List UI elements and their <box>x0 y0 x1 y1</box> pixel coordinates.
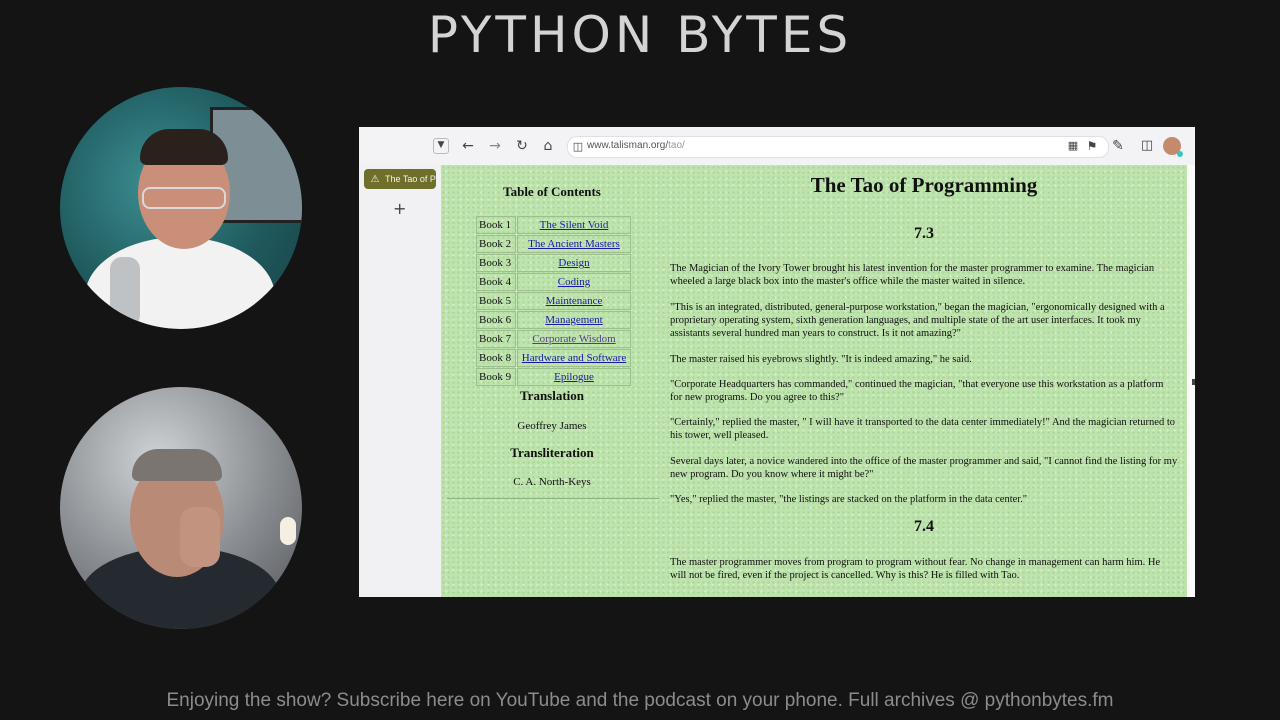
toc-book-link[interactable]: Corporate Wisdom <box>532 333 615 345</box>
toc-link-cell: The Silent Void <box>517 216 631 234</box>
toc-row: Book 2 The Ancient Masters <box>476 235 631 253</box>
browser-window: ▼ ← → ↻ ⌂ ◫ www.talisman.org/tao/ ▦ ⚑ ✎ … <box>359 127 1195 597</box>
toc-table: Book 1 The Silent Void Book 2 The Ancient M… <box>475 215 632 387</box>
tab-title: The Tao of P <box>385 174 436 184</box>
toc-book-link[interactable]: Maintenance <box>546 295 603 307</box>
toc-book-number: Book 8 <box>476 349 516 367</box>
back-icon[interactable]: ← <box>460 138 476 154</box>
toc-row: Book 4 Coding <box>476 273 631 291</box>
toc-book-number: Book 1 <box>476 216 516 234</box>
page-title: The Tao of Programming <box>810 173 1038 197</box>
lamp <box>280 517 296 545</box>
toc-book-link[interactable]: The Silent Void <box>540 219 609 231</box>
scrollbar-thumb[interactable] <box>1192 379 1195 385</box>
toc-row: Book 5 Maintenance <box>476 292 631 310</box>
vertical-tabs-sidebar: ⚠ The Tao of P + <box>359 165 441 597</box>
status-dot <box>1177 151 1183 157</box>
toc-row: Book 8 Hardware and Software <box>476 349 631 367</box>
toc-book-link[interactable]: Design <box>558 257 589 269</box>
shield-icon[interactable]: ◫ <box>570 139 586 155</box>
toc-book-number: Book 5 <box>476 292 516 310</box>
new-tab-button[interactable]: + <box>393 199 406 218</box>
host-1-glasses <box>142 187 226 209</box>
toc-book-number: Book 7 <box>476 330 516 348</box>
toc-link-cell: The Ancient Masters <box>517 235 631 253</box>
microphone <box>110 257 140 327</box>
toc-book-link[interactable]: Management <box>545 314 602 326</box>
translation-heading: Translation <box>519 388 585 403</box>
toc-book-number: Book 2 <box>476 235 516 253</box>
toc-book-link[interactable]: Hardware and Software <box>522 352 626 364</box>
host-2-hand <box>180 507 220 567</box>
translator-name: Geoffrey James <box>517 420 587 432</box>
host-1-hair <box>140 129 228 165</box>
toc-row: Book 9 Epilogue <box>476 368 631 386</box>
toc-link-cell: Design <box>517 254 631 272</box>
toc-link-cell: Coding <box>517 273 631 291</box>
section-heading-7-3: 7.3 <box>914 225 934 242</box>
toc-book-number: Book 3 <box>476 254 516 272</box>
forward-icon[interactable]: → <box>487 138 503 154</box>
transliteration-heading: Transliteration <box>510 445 594 460</box>
toc-book-number: Book 4 <box>476 273 516 291</box>
toc-row: Book 7 Corporate Wisdom <box>476 330 631 348</box>
toc-link-cell: Epilogue <box>517 368 631 386</box>
url-host: www.talisman.org/ <box>587 140 669 151</box>
sidebar-icon[interactable]: ◫ <box>1139 138 1155 154</box>
paragraph: "Certainly," replied the master, " I wil… <box>670 417 1175 441</box>
toc-row: Book 6 Management <box>476 311 631 329</box>
section-heading-7-4: 7.4 <box>914 518 934 535</box>
extensions-icon[interactable]: ✎ <box>1110 138 1126 154</box>
toc-link-cell: Hardware and Software <box>517 349 631 367</box>
home-icon[interactable]: ⌂ <box>540 138 556 154</box>
toc-book-link[interactable]: Coding <box>558 276 590 288</box>
toc-heading: Table of Contents <box>503 184 601 199</box>
web-page: Table of Contents Book 1 The Silent Void B… <box>441 165 1187 597</box>
toc-link-cell: Management <box>517 311 631 329</box>
paragraph: "Corporate Headquarters has commanded," … <box>670 379 1164 403</box>
warning-icon: ⚠ <box>370 174 380 185</box>
toc-divider <box>447 498 659 499</box>
qr-icon[interactable]: ▦ <box>1065 138 1081 154</box>
webcam-host-1 <box>60 87 302 329</box>
host-2-hair <box>132 449 222 481</box>
url-text[interactable]: www.talisman.org/tao/ <box>587 140 685 151</box>
url-path: tao/ <box>668 140 685 151</box>
bookmark-icon[interactable]: ⚑ <box>1084 138 1100 154</box>
paragraph: Several days later, a novice wandered in… <box>670 456 1178 480</box>
toc-link-cell: Maintenance <box>517 292 631 310</box>
toc-row: Book 3 Design <box>476 254 631 272</box>
paragraph: "Yes," replied the master, "the listings… <box>670 494 1028 505</box>
paragraph: The master programmer moves from program… <box>670 557 1161 581</box>
toc-book-number: Book 6 <box>476 311 516 329</box>
toc-book-link[interactable]: Epilogue <box>554 371 594 383</box>
tab-tao-of-programming[interactable]: ⚠ The Tao of P <box>364 169 436 189</box>
toc-book-number: Book 9 <box>476 368 516 386</box>
chevron-down-icon[interactable]: ▼ <box>433 138 449 154</box>
paragraph: The Magician of the Ivory Tower brought … <box>670 263 1155 287</box>
show-banner-title: PYTHON BYTES <box>427 6 853 64</box>
toc-link-cell: Corporate Wisdom <box>517 330 631 348</box>
reload-icon[interactable]: ↻ <box>514 138 530 154</box>
browser-toolbar: ▼ ← → ↻ ⌂ ◫ www.talisman.org/tao/ ▦ ⚑ ✎ … <box>359 127 1195 165</box>
toc-book-link[interactable]: The Ancient Masters <box>528 238 620 250</box>
toc-row: Book 1 The Silent Void <box>476 216 631 234</box>
webcam-host-2 <box>60 387 302 629</box>
transliterator-name: C. A. North-Keys <box>513 476 591 488</box>
paragraph: The master raised his eyebrows slightly.… <box>670 354 972 365</box>
subscribe-footer: Enjoying the show? Subscribe here on You… <box>166 690 1114 711</box>
paragraph: "This is an integrated, distributed, gen… <box>670 302 1165 339</box>
